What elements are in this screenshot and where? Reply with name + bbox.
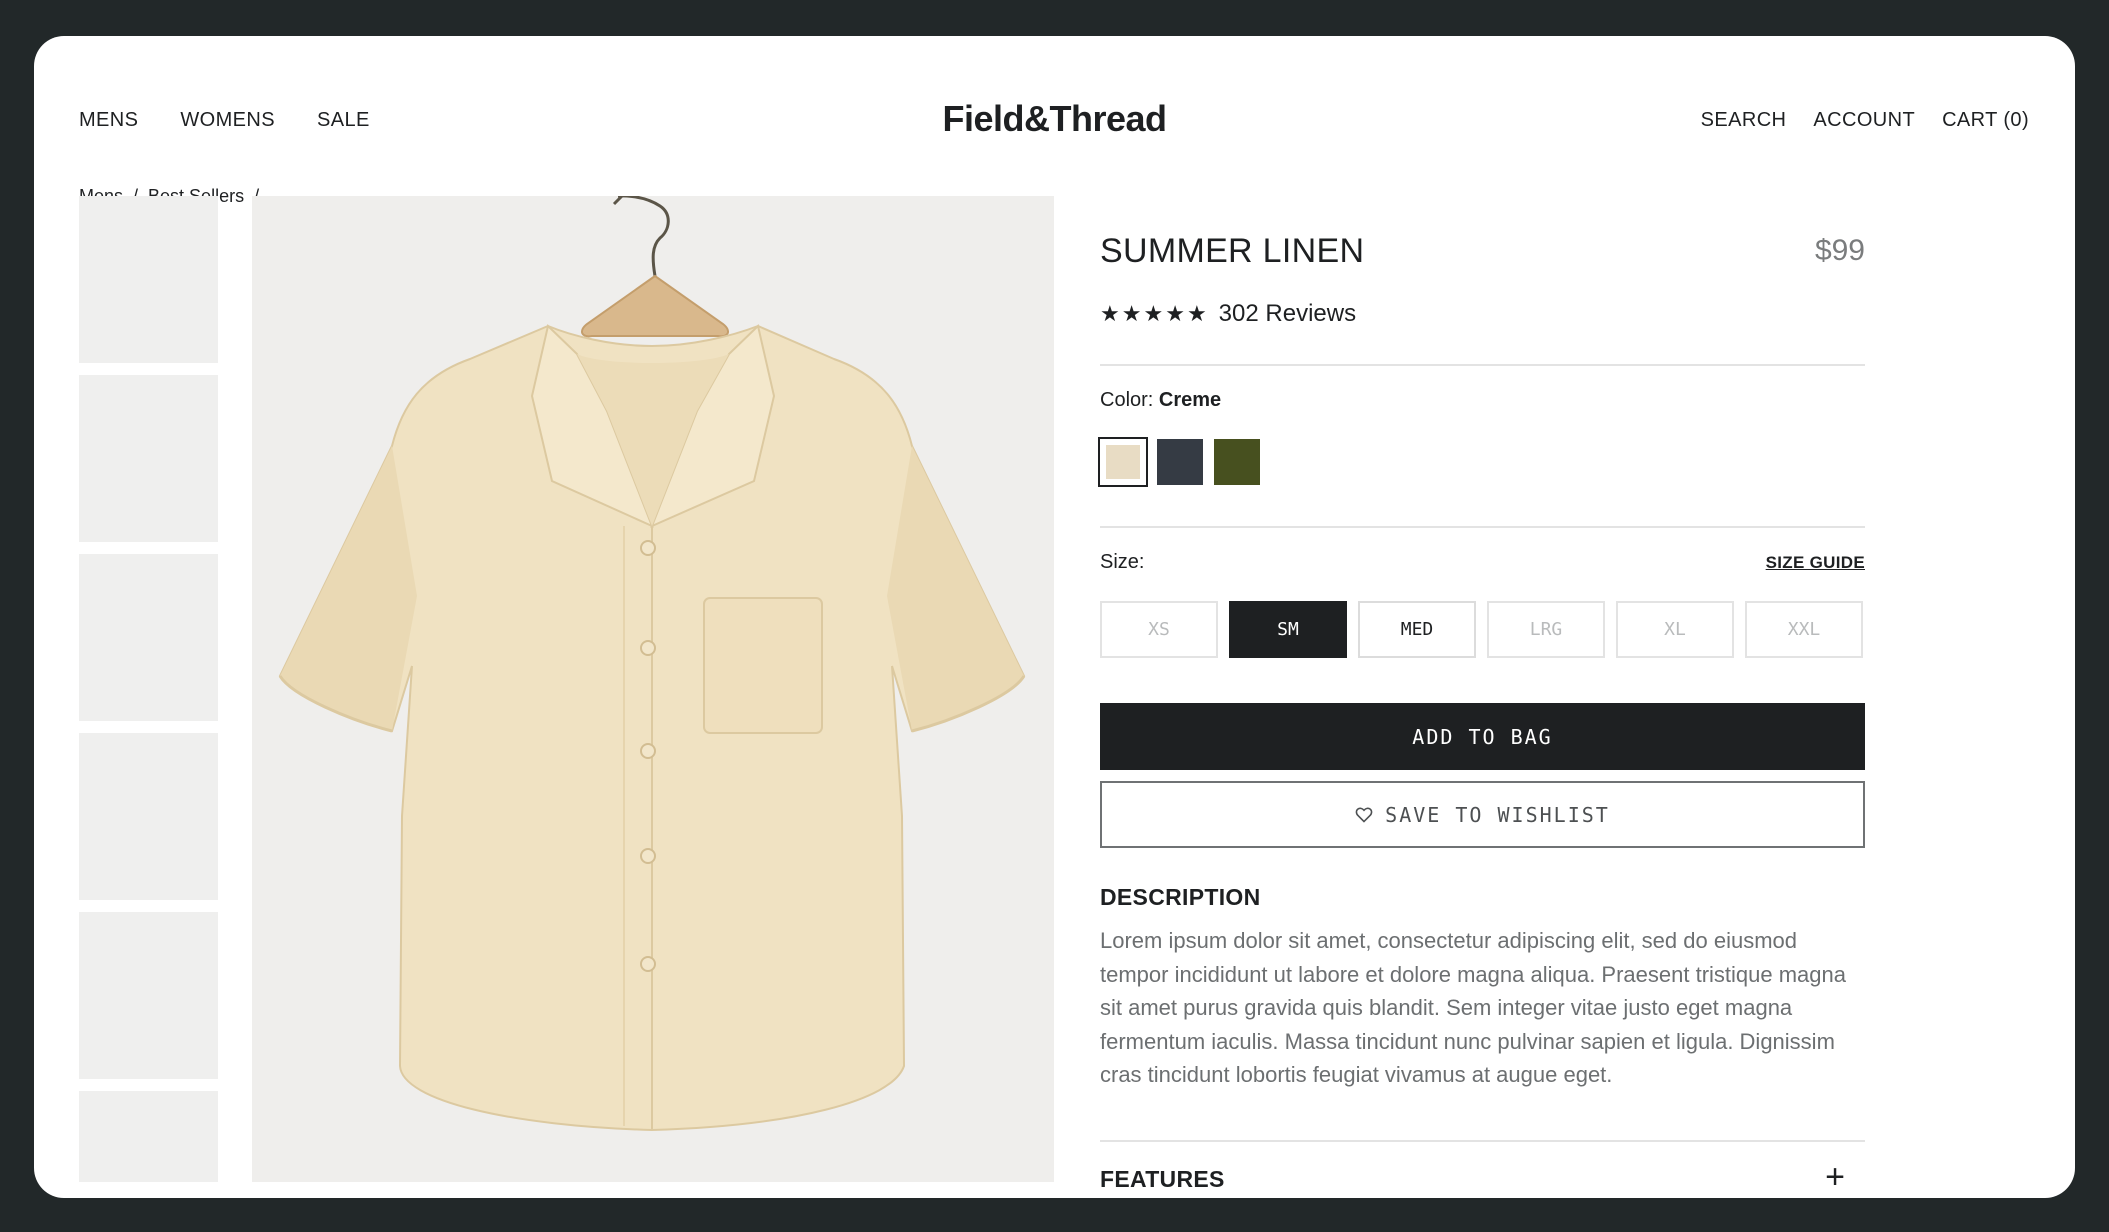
- thumbnail[interactable]: [79, 912, 218, 1079]
- thumbnail[interactable]: [79, 554, 218, 721]
- size-option-med[interactable]: MED: [1358, 601, 1476, 658]
- thumbnail[interactable]: [79, 375, 218, 542]
- nav-search[interactable]: SEARCH: [1701, 106, 1787, 134]
- color-swatches: [1098, 437, 1260, 487]
- description-heading: DESCRIPTION: [1100, 884, 1261, 910]
- size-options: XS SM MED LRG XL XXL: [1100, 601, 1863, 658]
- plus-icon[interactable]: +: [1825, 1160, 1845, 1194]
- reviews-link[interactable]: 302 Reviews: [1219, 300, 1356, 328]
- divider: [1100, 526, 1865, 528]
- size-option-xxl[interactable]: XXL: [1745, 601, 1863, 658]
- product-price: $99: [1814, 234, 1865, 267]
- title-row: SUMMER LINEN $99: [1100, 232, 1865, 276]
- size-option-xs[interactable]: XS: [1100, 601, 1218, 658]
- account-nav: SEARCH ACCOUNT CART (0): [1701, 106, 2029, 134]
- features-heading: FEATURES: [1100, 1166, 1225, 1192]
- star-icon: ★: [1121, 301, 1142, 326]
- size-option-xl[interactable]: XL: [1616, 601, 1734, 658]
- swatch-fill: [1106, 445, 1140, 479]
- product-title: SUMMER LINEN: [1100, 232, 1365, 270]
- heart-icon: [1355, 807, 1373, 823]
- size-guide-link[interactable]: SIZE GUIDE: [1766, 553, 1865, 573]
- size-label: Size:: [1100, 551, 1145, 573]
- size-option-sm[interactable]: SM: [1229, 601, 1347, 658]
- star-icon: ★: [1143, 301, 1164, 326]
- rating: ★ ★ ★ ★ ★ 302 Reviews: [1100, 300, 1356, 328]
- product-image[interactable]: [252, 196, 1054, 1182]
- size-row: Size: SIZE GUIDE: [1100, 551, 1865, 579]
- nav-cart[interactable]: CART (0): [1942, 106, 2029, 134]
- color-value: Creme: [1158, 389, 1222, 411]
- wishlist-label: SAVE TO WISHLIST: [1385, 802, 1610, 827]
- product-page: MENS WOMENS SALE Field&Thread SEARCH ACC…: [34, 36, 2075, 1198]
- swatch-olive[interactable]: [1214, 439, 1260, 485]
- add-to-bag-button[interactable]: ADD TO BAG: [1100, 703, 1865, 770]
- star-icon: ★: [1165, 301, 1185, 326]
- color-label: Color: Creme: [1100, 389, 1221, 412]
- color-label-text: Color:: [1100, 389, 1154, 411]
- description-text: Lorem ipsum dolor sit amet, consectetur …: [1100, 928, 1847, 1087]
- thumbnail[interactable]: [79, 1091, 218, 1182]
- size-option-lrg[interactable]: LRG: [1487, 601, 1605, 658]
- save-to-wishlist-button[interactable]: SAVE TO WISHLIST: [1100, 781, 1865, 848]
- shirt-illustration: [278, 196, 1026, 1132]
- star-rating: ★ ★ ★ ★ ★: [1100, 302, 1207, 326]
- divider: [1100, 364, 1865, 366]
- thumbnail[interactable]: [79, 196, 218, 363]
- star-icon: ★: [1100, 301, 1120, 326]
- swatch-creme[interactable]: [1098, 437, 1148, 487]
- star-icon: ★: [1186, 301, 1207, 326]
- thumbnail[interactable]: [79, 733, 218, 900]
- features-accordion[interactable]: FEATURES +: [1100, 1140, 1865, 1198]
- swatch-slate[interactable]: [1157, 439, 1203, 485]
- nav-account[interactable]: ACCOUNT: [1813, 106, 1915, 134]
